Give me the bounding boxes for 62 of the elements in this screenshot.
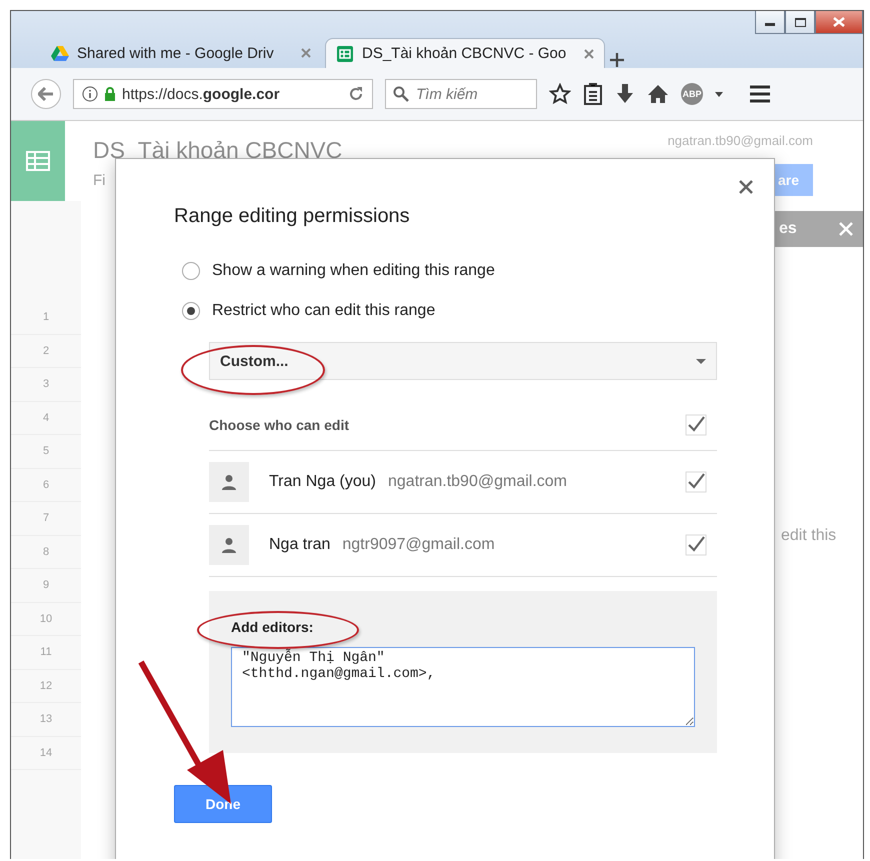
radio-button[interactable] xyxy=(182,302,200,320)
radio-button[interactable] xyxy=(182,262,200,280)
menu-icon[interactable] xyxy=(749,85,771,103)
person-email: ngatran.tb90@gmail.com xyxy=(388,473,568,491)
caret-icon xyxy=(696,358,706,364)
person-icon xyxy=(221,474,237,490)
row-number: 7 xyxy=(11,502,81,536)
adblock-button[interactable]: ABP xyxy=(681,83,703,105)
drive-icon xyxy=(51,44,69,62)
back-button[interactable] xyxy=(31,79,61,109)
checkbox[interactable] xyxy=(685,414,707,436)
field-label: Add editors: xyxy=(231,619,314,635)
person-email: ngtr9097@gmail.com xyxy=(342,536,496,554)
panel-title: es xyxy=(779,220,797,238)
row-number: 11 xyxy=(11,636,81,670)
close-icon[interactable] xyxy=(584,48,594,58)
close-button[interactable] xyxy=(815,11,863,34)
row-number: 13 xyxy=(11,703,81,736)
address-bar[interactable]: https://docs.google.cor xyxy=(73,79,373,109)
row-number: 6 xyxy=(11,468,81,502)
panel-text: edit this xyxy=(781,527,838,545)
account-email: ngatran.tb90@gmail.com xyxy=(668,133,813,148)
back-arrow-icon xyxy=(38,87,54,101)
row-number: 3 xyxy=(11,368,81,402)
dialog-title: Range editing permissions xyxy=(174,205,411,228)
minimize-button[interactable] xyxy=(755,11,785,34)
person-icon xyxy=(221,537,237,553)
search-field[interactable]: Tìm kiếm xyxy=(385,79,537,109)
info-icon xyxy=(82,86,98,102)
reload-icon[interactable] xyxy=(348,86,364,102)
browser-tab[interactable]: DS_Tài khoản CBCNVC - Goo xyxy=(325,38,605,68)
clipboard-icon[interactable] xyxy=(583,83,603,105)
close-icon xyxy=(833,17,845,27)
browser-tab[interactable]: Shared with me - Google Driv xyxy=(41,38,321,68)
row-number: 4 xyxy=(11,402,81,435)
row-number: 2 xyxy=(11,334,81,368)
checkbox[interactable] xyxy=(685,534,707,556)
maximize-button[interactable] xyxy=(785,11,815,34)
spreadsheet-icon xyxy=(336,45,354,62)
spreadsheet-icon xyxy=(26,151,50,171)
download-icon[interactable] xyxy=(615,83,635,105)
row-number: 8 xyxy=(11,536,81,569)
new-tab-icon[interactable] xyxy=(609,52,625,68)
row-number: 10 xyxy=(11,602,81,636)
row-number: 5 xyxy=(11,435,81,468)
row-number: 1 xyxy=(11,301,81,334)
home-icon[interactable] xyxy=(647,84,669,104)
row-number: 14 xyxy=(11,736,81,770)
input-field[interactable]: "Nguyễn Thị Ngân" <ththd.ngan@gmail.com>, xyxy=(231,647,695,727)
section-header: Choose who can edit xyxy=(209,417,350,433)
row-number: 9 xyxy=(11,569,81,602)
row-number: 12 xyxy=(11,670,81,703)
close-icon[interactable] xyxy=(738,179,754,195)
close-icon[interactable] xyxy=(301,48,311,58)
lock-icon xyxy=(104,87,116,101)
maximize-icon xyxy=(794,18,806,26)
checkbox[interactable] xyxy=(685,471,707,493)
dropdown[interactable]: Custom... xyxy=(209,342,717,380)
caret-icon[interactable] xyxy=(715,92,723,96)
person-name: Tran Nga (you) xyxy=(269,473,376,491)
star-icon[interactable] xyxy=(549,83,571,105)
person-name: Nga tran xyxy=(269,536,330,554)
